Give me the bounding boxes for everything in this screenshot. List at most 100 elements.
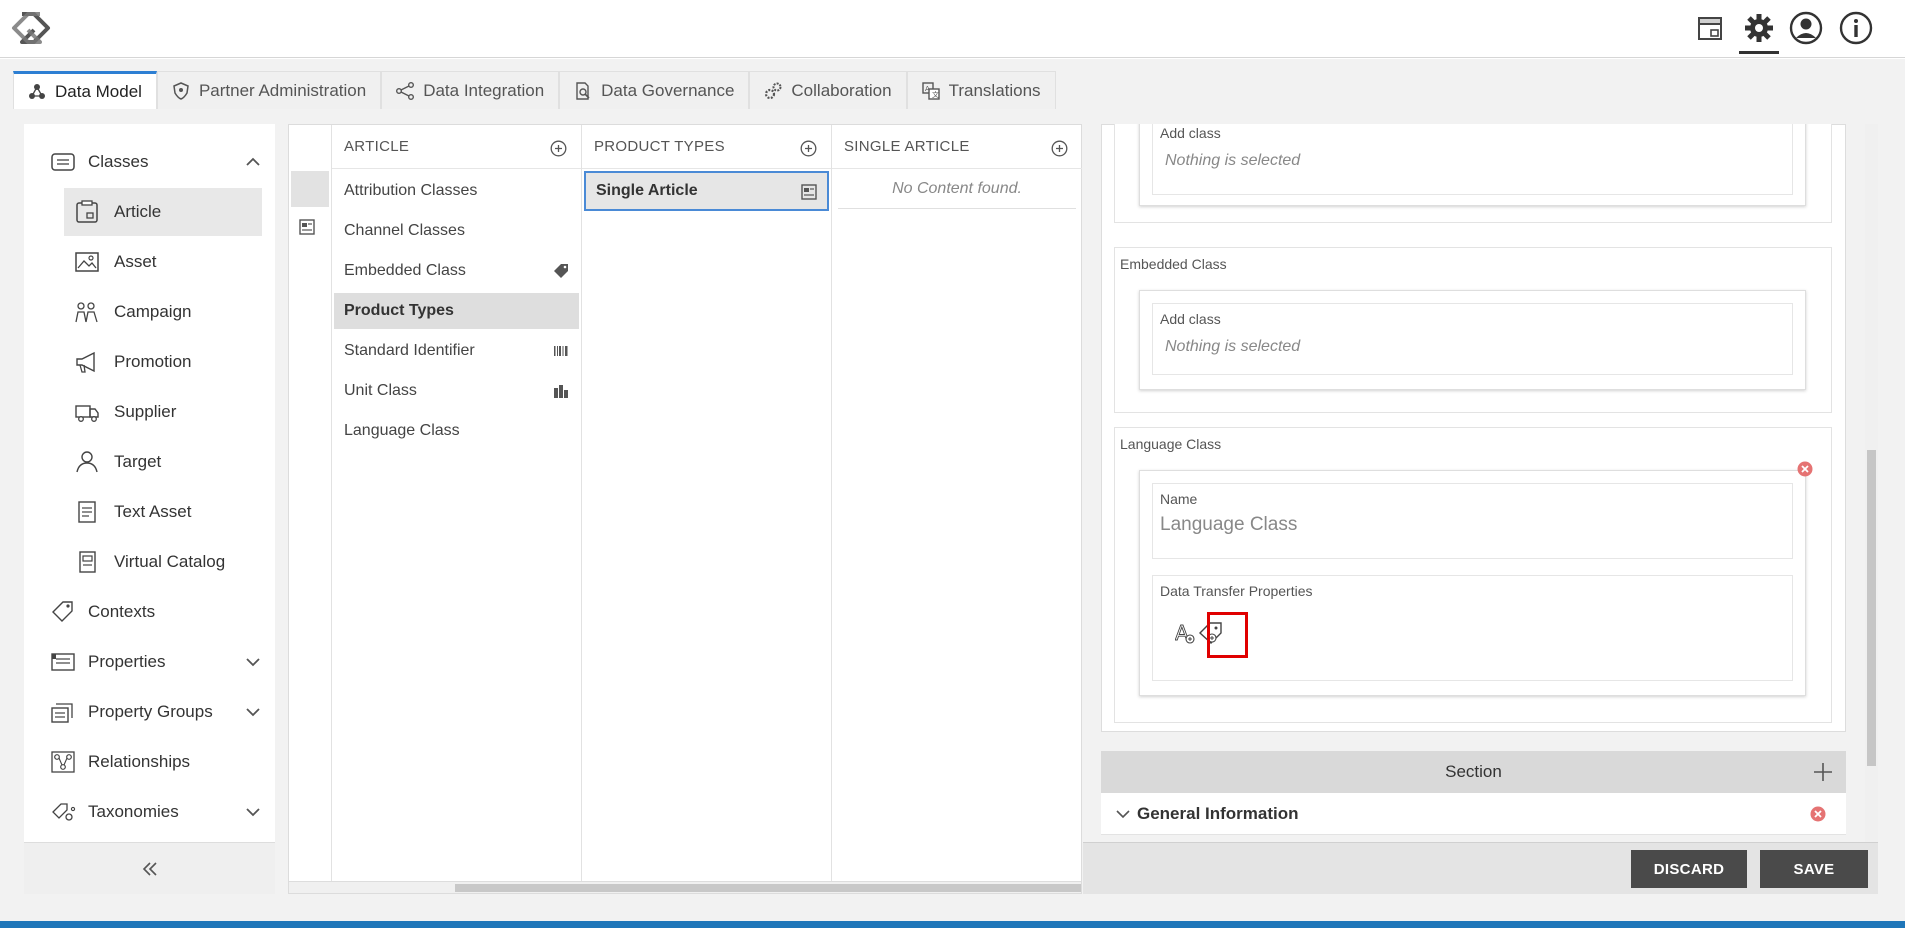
sidebar-item-supplier[interactable]: Supplier: [24, 388, 275, 436]
list-item[interactable]: Product Types: [334, 293, 579, 329]
detail-panel: Add class Nothing is selected Embedded C…: [1083, 124, 1878, 894]
list-item[interactable]: Single Article: [584, 171, 829, 211]
data-transfer-properties-field: Data Transfer Properties A: [1152, 575, 1793, 681]
user-icon[interactable]: [1786, 8, 1826, 48]
sidebar-item-label: Contexts: [88, 602, 156, 621]
class-card: Add class Nothing is selected: [1139, 290, 1806, 390]
gutter-selected: [291, 171, 329, 207]
list-item[interactable]: Unit Class: [334, 373, 579, 409]
group-title: General Information: [1137, 803, 1299, 823]
tab-data-model[interactable]: Data Model: [13, 71, 157, 109]
chevron-down-icon[interactable]: [1115, 806, 1131, 822]
sidebar-item-properties[interactable]: Properties: [24, 638, 275, 686]
form-icon[interactable]: [299, 219, 315, 235]
tab-collaboration[interactable]: Collaboration: [749, 71, 907, 109]
chevron-down-icon[interactable]: [245, 654, 261, 670]
tab-label: Collaboration: [791, 80, 892, 100]
class-card: Add class Nothing is selected: [1139, 124, 1806, 206]
sidebar-item-text-asset[interactable]: Text Asset: [24, 488, 275, 536]
field-label: Add class: [1160, 125, 1221, 141]
field-label: Name: [1160, 491, 1198, 507]
general-information-row[interactable]: General Information: [1101, 793, 1846, 835]
column-header: PRODUCT TYPES: [582, 125, 831, 169]
add-class-field[interactable]: Add class Nothing is selected: [1152, 303, 1793, 375]
list-item-label: Language Class: [344, 422, 460, 439]
info-icon[interactable]: [1836, 8, 1876, 48]
field-label: Data Transfer Properties: [1160, 583, 1313, 599]
add-circle-icon[interactable]: [550, 140, 567, 157]
class-card: Name Language Class Data Transfer Proper…: [1139, 461, 1813, 696]
person-icon: [74, 450, 100, 474]
sidebar-item-asset[interactable]: Asset: [24, 238, 275, 286]
sidebar-item-label: Property Groups: [88, 702, 213, 721]
tab-data-governance[interactable]: Data Governance: [559, 71, 750, 109]
remove-icon[interactable]: [1797, 461, 1813, 477]
svg-text:文: 文: [932, 90, 939, 99]
sidebar: Classes Article Asset Campaign Promotion…: [24, 124, 275, 894]
sidebar-item-label: Article: [114, 202, 162, 221]
sidebar-item-classes[interactable]: Classes: [24, 138, 275, 186]
list-item[interactable]: Attribution Classes: [334, 173, 579, 209]
scrollbar-thumb[interactable]: [1867, 450, 1876, 766]
selection-highlight: [1207, 612, 1248, 658]
discard-button[interactable]: DISCARD: [1631, 850, 1747, 888]
field-label: Add class: [1160, 311, 1221, 327]
column-header: SINGLE ARTICLE: [832, 125, 1082, 169]
sidebar-item-campaign[interactable]: Campaign: [24, 288, 275, 336]
list-item-label: Embedded Class: [344, 262, 466, 279]
detail-content: Add class Nothing is selected Embedded C…: [1101, 124, 1846, 732]
taskbar-strip: [0, 921, 1905, 928]
add-class-field[interactable]: Add class Nothing is selected: [1152, 124, 1793, 195]
tab-label: Data Governance: [601, 80, 735, 100]
tab-translations[interactable]: A文 Translations: [906, 71, 1056, 109]
package-icon[interactable]: [1690, 8, 1730, 48]
list-item[interactable]: Embedded Class: [334, 253, 579, 289]
section-bar: Section: [1101, 751, 1846, 793]
vertical-scrollbar[interactable]: [1865, 124, 1878, 894]
chevron-down-icon[interactable]: [245, 804, 261, 820]
sidebar-item-label: Target: [114, 452, 162, 471]
sidebar-item-target[interactable]: Target: [24, 438, 275, 486]
sidebar-collapse-button[interactable]: [24, 842, 275, 894]
sidebar-item-taxonomies[interactable]: Taxonomies: [24, 788, 275, 836]
sidebar-item-label: Properties: [88, 652, 166, 671]
sidebar-item-relationships[interactable]: Relationships: [24, 738, 275, 786]
add-circle-icon[interactable]: [1051, 140, 1068, 157]
sidebar-item-promotion[interactable]: Promotion: [24, 338, 275, 386]
horizontal-scrollbar[interactable]: [289, 881, 1081, 893]
column-header: ARTICLE: [332, 125, 581, 169]
list-item[interactable]: Standard Identifier: [334, 333, 579, 369]
chevron-down-icon[interactable]: [245, 704, 261, 720]
field-value: Language Class: [1160, 514, 1298, 535]
tab-partner-administration[interactable]: Partner Administration: [156, 71, 382, 109]
gear-icon[interactable]: [1739, 8, 1779, 54]
save-button[interactable]: SAVE: [1760, 850, 1868, 888]
text-property-icon[interactable]: A: [1175, 620, 1197, 646]
plus-icon[interactable]: [1812, 761, 1834, 783]
sidebar-item-contexts[interactable]: Contexts: [24, 588, 275, 636]
remove-icon[interactable]: [1810, 806, 1826, 822]
sidebar-item-label: Relationships: [88, 752, 191, 771]
sidebar-item-property-groups[interactable]: Property Groups: [24, 688, 275, 736]
document-search-icon: [574, 81, 592, 100]
logo-icon[interactable]: [8, 8, 54, 48]
text-document-icon: [74, 500, 100, 524]
add-circle-icon[interactable]: [800, 140, 817, 157]
field-value: Nothing is selected: [1165, 152, 1301, 169]
sidebar-item-article[interactable]: Article: [64, 188, 262, 236]
barcode-icon: [553, 343, 569, 359]
scrollbar-thumb[interactable]: [455, 884, 1081, 892]
article-icon: [74, 200, 100, 224]
chevron-up-icon[interactable]: [245, 154, 261, 170]
action-bar: DISCARD SAVE: [1083, 842, 1878, 894]
sidebar-item-virtual-catalog[interactable]: Virtual Catalog: [24, 538, 275, 586]
tab-data-integration[interactable]: Data Integration: [381, 71, 560, 109]
sidebar-item-label: Supplier: [114, 402, 177, 421]
list-item[interactable]: Channel Classes: [334, 213, 579, 249]
name-field[interactable]: Name Language Class: [1152, 483, 1793, 559]
single-article-column: SINGLE ARTICLE No Content found.: [832, 125, 1082, 881]
sidebar-item-label: Campaign: [114, 302, 192, 321]
list-item[interactable]: Language Class: [334, 413, 579, 449]
form-icon: [801, 184, 817, 200]
property-groups-icon: [50, 700, 76, 724]
